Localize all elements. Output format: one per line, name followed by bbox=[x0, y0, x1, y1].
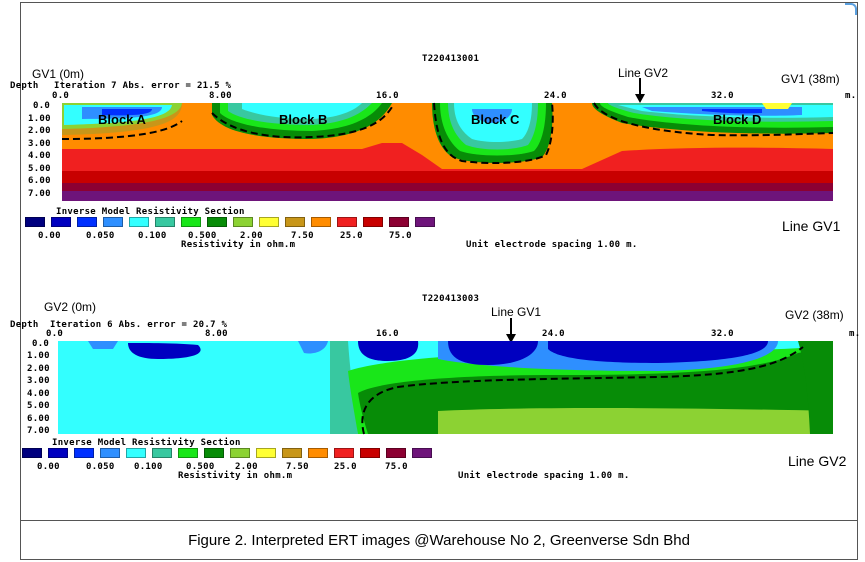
x-tick-label: 32.0 bbox=[711, 329, 734, 339]
legend-title: Inverse Model Resistivity Section bbox=[52, 438, 241, 448]
color-swatch bbox=[256, 448, 276, 458]
depth-tick-label: 6.00 bbox=[27, 414, 50, 424]
color-swatch bbox=[386, 448, 406, 458]
depth-tick-label: 5.00 bbox=[27, 401, 50, 411]
figure-caption: Figure 2. Interpreted ERT images @Wareho… bbox=[188, 532, 690, 549]
resistivity-section bbox=[58, 341, 833, 435]
x-tick-label: 24.0 bbox=[542, 329, 565, 339]
caption-box: Figure 2. Interpreted ERT images @Wareho… bbox=[20, 520, 858, 560]
x-tick-label: 0.0 bbox=[46, 329, 64, 339]
color-swatch bbox=[74, 448, 94, 458]
color-swatch bbox=[360, 448, 380, 458]
ert-panel-gv2: T220413003 GV2 (0m) Line GV1 GV2 (38m) D… bbox=[0, 0, 865, 520]
legend-value: 0.050 bbox=[86, 462, 115, 472]
color-swatch bbox=[48, 448, 68, 458]
end-label: GV2 (38m) bbox=[785, 308, 844, 322]
depth-tick-label: 4.00 bbox=[27, 389, 50, 399]
color-swatch bbox=[204, 448, 224, 458]
color-swatch bbox=[178, 448, 198, 458]
x-tick-label: 8.00 bbox=[205, 329, 228, 339]
color-swatch bbox=[100, 448, 120, 458]
color-swatch bbox=[334, 448, 354, 458]
color-swatch bbox=[308, 448, 328, 458]
iteration-text: Iteration 6 Abs. error = 20.7 % bbox=[50, 320, 228, 330]
color-swatch bbox=[22, 448, 42, 458]
depth-tick-label: 0.0 bbox=[32, 339, 50, 349]
depth-tick-label: 2.00 bbox=[27, 364, 50, 374]
legend-unit: Resistivity in ohm.m bbox=[178, 471, 293, 481]
x-unit-label: m. bbox=[849, 329, 861, 339]
line-name: Line GV2 bbox=[788, 453, 847, 469]
color-swatch bbox=[282, 448, 302, 458]
color-swatch bbox=[152, 448, 172, 458]
cross-line-label: Line GV1 bbox=[491, 305, 542, 319]
x-tick-label: 16.0 bbox=[376, 329, 399, 339]
color-scale bbox=[22, 448, 442, 460]
electrode-spacing: Unit electrode spacing 1.00 m. bbox=[458, 471, 630, 481]
start-label: GV2 (0m) bbox=[44, 300, 97, 314]
depth-tick-label: 7.00 bbox=[27, 426, 50, 436]
depth-tick-label: 3.00 bbox=[27, 376, 50, 386]
file-id: T220413003 bbox=[422, 294, 480, 304]
legend-value: 0.100 bbox=[134, 462, 163, 472]
legend-value: 25.0 bbox=[334, 462, 357, 472]
depth-tick-label: 1.00 bbox=[27, 351, 50, 361]
color-swatch bbox=[126, 448, 146, 458]
color-swatch bbox=[230, 448, 250, 458]
legend-value: 75.0 bbox=[385, 462, 408, 472]
legend-value: 0.00 bbox=[37, 462, 60, 472]
color-swatch bbox=[412, 448, 432, 458]
depth-label: Depth bbox=[10, 320, 39, 330]
